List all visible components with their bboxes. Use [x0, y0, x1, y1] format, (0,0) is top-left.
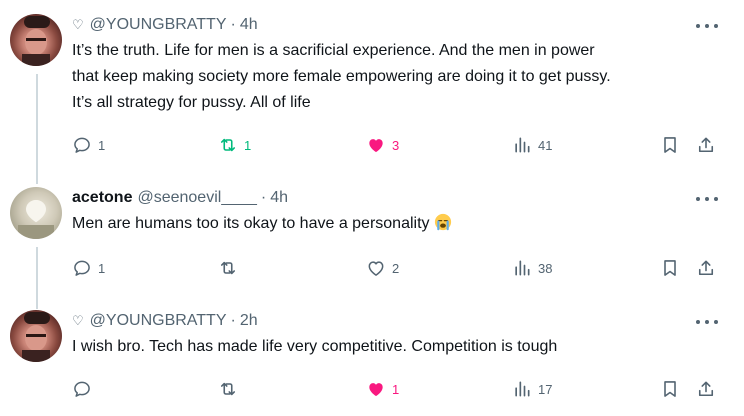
tweet-text-line: I wish bro. Tech has made life very comp… — [72, 338, 558, 355]
like-icon — [368, 261, 384, 276]
tweet-text: It’s the truth. Life for men is a sacrif… — [72, 38, 730, 116]
views-icon — [515, 260, 530, 276]
repost-count: 1 — [244, 137, 252, 153]
display-name[interactable]: acetone — [72, 189, 132, 207]
repost-button[interactable]: 1 — [218, 132, 251, 158]
thread-line — [36, 74, 38, 184]
avatar-image — [22, 312, 50, 362]
tweet-header: ♡ @YOUNGBRATTY · 2h — [72, 310, 730, 332]
bookmark-icon — [664, 381, 676, 397]
views-button[interactable]: 38 — [512, 255, 552, 281]
avatar-image — [18, 200, 54, 239]
like-icon — [369, 383, 383, 397]
views-button[interactable]: 17 — [512, 376, 552, 402]
separator-dot: · — [230, 16, 236, 33]
views-count: 38 — [538, 260, 553, 276]
views-icon — [515, 381, 530, 397]
reply-count: 1 — [98, 260, 106, 276]
share-icon — [698, 260, 714, 276]
reply-icon — [74, 260, 90, 276]
thread-line — [36, 247, 38, 309]
tweet-text-line: It’s all strategy for pussy. All of life — [72, 94, 311, 111]
tweet-content: acetone @seenoevil____ · 4h Men are huma… — [72, 187, 730, 237]
tweet-text-line: It’s the truth. Life for men is a sacrif… — [72, 42, 595, 59]
tweet-text-line: Men are humans too its okay to have a pe… — [72, 215, 430, 232]
reply-icon — [74, 137, 90, 153]
handle[interactable]: @YOUNGBRATTY — [90, 312, 227, 330]
reply-button[interactable]: 1 — [72, 255, 105, 281]
reply-count: 1 — [98, 137, 106, 153]
repost-icon — [220, 138, 236, 152]
bookmark-icon — [664, 260, 676, 276]
views-count: 41 — [538, 137, 553, 153]
share-icon — [698, 381, 714, 397]
share-button[interactable] — [696, 376, 716, 402]
share-button[interactable] — [696, 132, 716, 158]
avatar-youngbratty[interactable] — [10, 310, 62, 362]
share-icon — [698, 137, 714, 153]
repost-icon — [220, 261, 236, 275]
avatar-acetone[interactable] — [10, 187, 62, 239]
repost-button[interactable] — [218, 255, 244, 281]
tweet-content: ♡ @YOUNGBRATTY · 4h It’s the truth. Life… — [72, 14, 730, 116]
tweet-1[interactable]: ♡ @YOUNGBRATTY · 4h It’s the truth. Life… — [0, 14, 744, 184]
more-icon[interactable] — [696, 318, 718, 326]
tweet-text: I wish bro. Tech has made life very comp… — [72, 334, 730, 360]
tweet-text-line: that keep making society more female emp… — [72, 68, 611, 85]
more-icon[interactable] — [696, 22, 718, 30]
tweet-header: acetone @seenoevil____ · 4h — [72, 187, 730, 209]
repost-button[interactable] — [218, 376, 238, 402]
like-button[interactable]: 1 — [366, 376, 399, 402]
action-bar: 1 1 3 41 — [72, 132, 732, 158]
like-count: 2 — [392, 260, 400, 276]
tweet-header: ♡ @YOUNGBRATTY · 4h — [72, 14, 730, 36]
avatar-image — [22, 16, 50, 66]
like-button[interactable]: 2 — [366, 255, 399, 281]
timestamp[interactable]: 2h — [240, 312, 258, 330]
heart-small-icon: ♡ — [72, 313, 84, 328]
views-icon — [515, 137, 530, 153]
reply-button[interactable] — [72, 376, 92, 402]
tweet-text: Men are humans too its okay to have a pe… — [72, 211, 730, 237]
action-bar: 1 17 — [72, 376, 732, 402]
timestamp[interactable]: 4h — [240, 16, 258, 34]
loudly-crying-face-emoji — [434, 213, 451, 231]
tweet-2[interactable]: acetone @seenoevil____ · 4h Men are huma… — [0, 187, 744, 309]
share-button[interactable] — [696, 255, 716, 281]
like-icon — [369, 139, 383, 153]
repost-icon — [220, 382, 236, 396]
heart-small-icon: ♡ — [72, 17, 84, 32]
avatar-youngbratty[interactable] — [10, 14, 62, 66]
tweet-content: ♡ @YOUNGBRATTY · 2h I wish bro. Tech has… — [72, 310, 730, 360]
more-icon[interactable] — [696, 195, 718, 203]
separator-dot: · — [260, 189, 267, 206]
bookmark-button[interactable] — [660, 376, 680, 402]
action-bar: 1 2 38 — [72, 255, 732, 281]
reply-thread: ♡ @YOUNGBRATTY · 4h It’s the truth. Life… — [0, 0, 744, 416]
handle[interactable]: @YOUNGBRATTY — [90, 16, 227, 34]
like-count: 3 — [392, 137, 400, 153]
like-count: 1 — [392, 381, 400, 397]
like-button[interactable]: 3 — [366, 132, 399, 158]
bookmark-icon — [664, 137, 676, 153]
handle[interactable]: @seenoevil____ — [137, 189, 256, 207]
views-count: 17 — [538, 381, 553, 397]
views-button[interactable]: 41 — [512, 132, 552, 158]
reply-icon — [74, 381, 90, 397]
separator-dot: · — [230, 312, 236, 329]
timestamp[interactable]: 4h — [270, 189, 288, 207]
bookmark-button[interactable] — [660, 132, 680, 158]
bookmark-button[interactable] — [660, 255, 680, 281]
tweet-3[interactable]: ♡ @YOUNGBRATTY · 2h I wish bro. Tech has… — [0, 310, 744, 416]
reply-button[interactable]: 1 — [72, 132, 105, 158]
